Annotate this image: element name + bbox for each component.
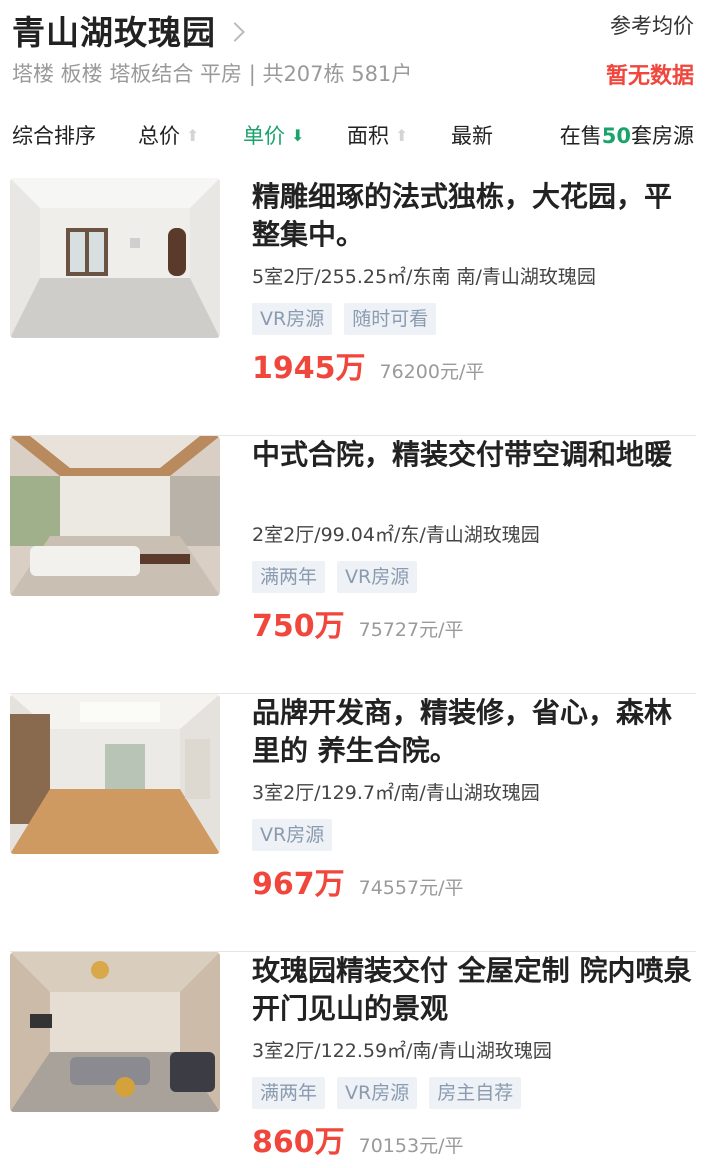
listing-title[interactable]: 品牌开发商，精装修，省心，森林里的 养生合院。	[252, 694, 692, 770]
building-summary: 塔楼 板楼 塔板结合 平房 | 共207栋 581户	[12, 62, 413, 86]
listing-description: 3室2厅/129.7㎡/南/青山湖玫瑰园	[252, 782, 540, 804]
unit-price: 70153元/平	[358, 1135, 464, 1157]
tag: 房主自荐	[429, 1077, 522, 1109]
listing-photo[interactable]	[10, 436, 220, 596]
listing-tags: 满两年 VR房源	[252, 561, 692, 593]
listing-title[interactable]: 精雕细琢的法式独栋，大花园，平整集中。	[252, 178, 692, 254]
price-row: 860万 70153元/平	[252, 1117, 692, 1161]
sort-bar: 综合排序 总价 ⬆ 单价 ⬇ 面积 ⬆ 最新 在售50套房源	[0, 108, 706, 160]
room-photo-image	[10, 436, 220, 596]
listing-count: 在售50套房源	[560, 120, 694, 150]
reference-price-label: 参考均价	[610, 14, 694, 38]
sort-label[interactable]: 综合排序	[12, 120, 96, 150]
room-photo-image	[10, 952, 220, 1112]
listing-title[interactable]: 玫瑰园精装交付 全屋定制 院内喷泉 开门见山的景观	[252, 952, 692, 1028]
count-prefix: 在售	[559, 124, 602, 148]
listing-title[interactable]: 中式合院，精装交付带空调和地暖	[252, 436, 692, 512]
unit-price: 75727元/平	[358, 619, 464, 641]
listing-description: 3室2厅/122.59㎡/南/青山湖玫瑰园	[252, 1040, 552, 1062]
reference-price-value: 暂无数据	[605, 64, 694, 89]
total-price: 1945万	[252, 351, 366, 386]
chevron-right-icon[interactable]	[225, 22, 245, 42]
listing-tags: VR房源	[252, 819, 692, 851]
count-number: 50	[601, 124, 631, 148]
sort-area[interactable]: 面积 ⬆	[347, 120, 408, 150]
tag: VR房源	[337, 561, 418, 593]
listing-photo[interactable]	[10, 178, 220, 338]
listing-info: 品牌开发商，精装修，省心，森林里的 养生合院。 3室2厅/129.7㎡/南/青山…	[252, 694, 692, 903]
listing-info: 玫瑰园精装交付 全屋定制 院内喷泉 开门见山的景观 3室2厅/122.59㎡/南…	[252, 952, 692, 1161]
sort-newest[interactable]: 最新	[451, 120, 493, 150]
sort-label[interactable]: 总价	[138, 120, 180, 150]
unit-price: 74557元/平	[358, 877, 464, 899]
count-suffix: 套房源	[631, 124, 694, 148]
tag: 随时可看	[344, 303, 437, 335]
community-title-link[interactable]: 青山湖玫瑰园	[12, 6, 245, 54]
price-row: 967万 74557元/平	[252, 859, 692, 903]
room-photo-image	[10, 694, 220, 854]
listing-description: 5室2厅/255.25㎡/东南 南/青山湖玫瑰园	[252, 266, 596, 288]
listing-info: 中式合院，精装交付带空调和地暖 2室2厅/99.04㎡/东/青山湖玫瑰园 满两年…	[252, 436, 692, 645]
listing-card[interactable]: 玫瑰园精装交付 全屋定制 院内喷泉 开门见山的景观 3室2厅/122.59㎡/南…	[0, 952, 706, 1168]
listing-tags: VR房源 随时可看	[252, 303, 692, 335]
arrow-up-icon: ⬆	[186, 125, 200, 145]
listing-card[interactable]: 中式合院，精装交付带空调和地暖 2室2厅/99.04㎡/东/青山湖玫瑰园 满两年…	[0, 436, 706, 694]
community-title[interactable]: 青山湖玫瑰园	[12, 6, 216, 54]
tag: 满两年	[252, 561, 326, 593]
listing-tags: 满两年 VR房源 房主自荐	[252, 1077, 692, 1109]
listing-photo[interactable]	[10, 694, 220, 854]
listing-info: 精雕细琢的法式独栋，大花园，平整集中。 5室2厅/255.25㎡/东南 南/青山…	[252, 178, 692, 387]
sort-comprehensive[interactable]: 综合排序	[12, 120, 96, 150]
total-price: 750万	[252, 609, 345, 644]
tag: VR房源	[252, 819, 333, 851]
header: 青山湖玫瑰园 塔楼 板楼 塔板结合 平房 | 共207栋 581户 参考均价 暂…	[0, 0, 706, 100]
room-photo-image	[10, 178, 220, 338]
listing-photo[interactable]	[10, 952, 220, 1112]
price-row: 750万 75727元/平	[252, 601, 692, 645]
sort-label[interactable]: 最新	[451, 120, 493, 150]
sort-label[interactable]: 面积	[347, 120, 389, 150]
sort-total-price[interactable]: 总价 ⬆	[138, 120, 199, 150]
arrow-down-icon: ⬇	[291, 125, 305, 145]
unit-price: 76200元/平	[379, 361, 485, 383]
listing-card[interactable]: 品牌开发商，精装修，省心，森林里的 养生合院。 3室2厅/129.7㎡/南/青山…	[0, 694, 706, 952]
listing-list: 精雕细琢的法式独栋，大花园，平整集中。 5室2厅/255.25㎡/东南 南/青山…	[0, 178, 706, 1168]
listing-card[interactable]: 精雕细琢的法式独栋，大花园，平整集中。 5室2厅/255.25㎡/东南 南/青山…	[0, 178, 706, 436]
sort-label[interactable]: 单价	[243, 120, 285, 150]
arrow-up-icon: ⬆	[395, 125, 409, 145]
price-row: 1945万 76200元/平	[252, 343, 692, 387]
total-price: 967万	[252, 867, 345, 902]
listing-description: 2室2厅/99.04㎡/东/青山湖玫瑰园	[252, 524, 540, 546]
tag: 满两年	[252, 1077, 326, 1109]
tag: VR房源	[337, 1077, 418, 1109]
sort-unit-price[interactable]: 单价 ⬇	[243, 120, 304, 150]
total-price: 860万	[252, 1125, 345, 1160]
tag: VR房源	[252, 303, 333, 335]
